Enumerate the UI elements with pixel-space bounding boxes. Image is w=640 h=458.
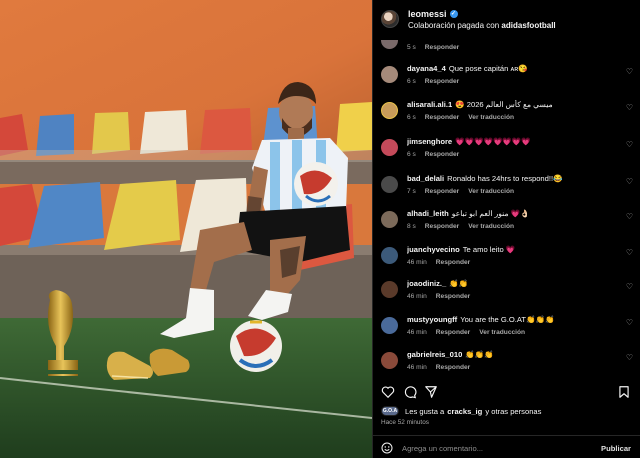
comment-text: Que pose capitán ᴀʀ😘 bbox=[448, 64, 528, 73]
comment-text: 💗💗💗💗💗💗💗💗 bbox=[455, 137, 531, 146]
comment-avatar[interactable] bbox=[381, 281, 398, 298]
liker-username[interactable]: cracks_ig bbox=[447, 407, 482, 416]
heart-icon[interactable]: ♡ bbox=[626, 354, 633, 362]
translate-button[interactable]: Ver traducción bbox=[479, 329, 525, 336]
comment-text: Ronaldo has 24hrs to respond!!😂 bbox=[447, 174, 563, 183]
reply-button[interactable]: Responder bbox=[436, 293, 470, 300]
comment-time: 5 s bbox=[407, 44, 416, 51]
comment-username[interactable]: alhadi_leith bbox=[407, 209, 449, 218]
collab-brand-link[interactable]: adidasfootball bbox=[501, 21, 555, 30]
action-bar bbox=[373, 381, 640, 403]
verified-icon: ✓ bbox=[449, 10, 458, 18]
post-side-panel: leomessi ✓ Colaboración pagada con adida… bbox=[372, 0, 640, 458]
comment-item: juanchyvecino Te amo leito 💗 46 min Respon… bbox=[381, 245, 639, 277]
comment-item: alhadi_leith 👌🏻💗 منور العم ابو تباعو 8 s R… bbox=[381, 209, 639, 241]
comment-avatar[interactable] bbox=[381, 102, 398, 119]
collab-line: Colaboración pagada con adidasfootball bbox=[408, 21, 556, 30]
heart-icon[interactable]: ♡ bbox=[626, 178, 633, 186]
comment-text: 👏👏👏 bbox=[465, 350, 494, 359]
comment-username[interactable]: joaodiniz._ bbox=[407, 279, 446, 288]
comment-avatar[interactable] bbox=[381, 176, 398, 193]
heart-icon[interactable]: ♡ bbox=[626, 319, 633, 327]
comment-time: 46 min bbox=[407, 329, 427, 336]
comment-time: 7 s bbox=[407, 188, 416, 195]
publish-button[interactable]: Publicar bbox=[601, 444, 631, 453]
emoji-icon[interactable] bbox=[381, 442, 393, 454]
reply-button[interactable]: Responder bbox=[436, 259, 470, 266]
add-comment-row: Publicar bbox=[373, 435, 640, 458]
comment-item: bad_delali Ronaldo has 24hrs to respond!!… bbox=[381, 174, 639, 206]
translate-button[interactable]: Ver traducción bbox=[468, 223, 514, 230]
reply-button[interactable]: Responder bbox=[436, 329, 470, 336]
author-avatar[interactable] bbox=[381, 10, 399, 28]
comment-text: 👏👏 bbox=[449, 279, 469, 288]
share-icon[interactable] bbox=[424, 385, 438, 399]
reply-button[interactable]: Responder bbox=[425, 188, 459, 195]
reply-button[interactable]: Responder bbox=[425, 151, 459, 158]
comment-text: You are the G.O.AT👏👏👏 bbox=[460, 315, 555, 324]
comment-avatar[interactable] bbox=[381, 317, 398, 334]
comment-avatar[interactable] bbox=[381, 139, 398, 156]
translate-button[interactable]: Ver traducción bbox=[468, 188, 514, 195]
comment-time: 46 min bbox=[407, 259, 427, 266]
comment-username[interactable]: juanchyvecino bbox=[407, 245, 460, 254]
comment-username[interactable]: bad_delali bbox=[407, 174, 444, 183]
photo-illustration bbox=[0, 0, 372, 458]
heart-icon[interactable]: ♡ bbox=[626, 68, 633, 76]
comment-item: 5 s Responder ♡ bbox=[381, 40, 639, 62]
bookmark-icon[interactable] bbox=[617, 385, 631, 399]
translate-button[interactable]: Ver traducción bbox=[468, 114, 514, 121]
reply-button[interactable]: Responder bbox=[436, 364, 470, 371]
comment-username[interactable]: mustyyoungff bbox=[407, 315, 457, 324]
comment-item: mustyyoungff You are the G.O.AT👏👏👏 46 min… bbox=[381, 315, 639, 347]
comment-username[interactable]: jimsenghore bbox=[407, 137, 452, 146]
comment-avatar[interactable] bbox=[381, 66, 398, 83]
comment-time: 8 s bbox=[407, 223, 416, 230]
comment-username[interactable]: dayana4_4 bbox=[407, 64, 446, 73]
comment-avatar[interactable] bbox=[381, 352, 398, 369]
comment-text: 👌🏻💗 منور العم ابو تباعو bbox=[451, 209, 530, 218]
heart-icon[interactable]: ♡ bbox=[626, 249, 633, 257]
reply-button[interactable]: Responder bbox=[425, 78, 459, 85]
comment-item: dayana4_4 Que pose capitán ᴀʀ😘 6 s Respond… bbox=[381, 64, 639, 96]
comment-input[interactable] bbox=[402, 442, 587, 454]
comment-avatar[interactable] bbox=[381, 40, 398, 49]
heart-icon[interactable]: ♡ bbox=[626, 283, 633, 291]
likes-others-link[interactable]: y otras personas bbox=[485, 407, 541, 416]
comment-time: 46 min bbox=[407, 364, 427, 371]
comment-avatar[interactable] bbox=[381, 247, 398, 264]
comment-item: gabrielreis_010 👏👏👏 46 min Responder ♡ bbox=[381, 350, 639, 375]
comment-avatar[interactable] bbox=[381, 211, 398, 228]
author-username[interactable]: leomessi bbox=[408, 8, 447, 20]
reply-button[interactable]: Responder bbox=[425, 114, 459, 121]
comment-time: 6 s bbox=[407, 78, 416, 85]
heart-icon[interactable]: ♡ bbox=[626, 141, 633, 149]
reply-button[interactable]: Responder bbox=[425, 223, 459, 230]
comment-item: joaodiniz._ 👏👏 46 min Responder ♡ bbox=[381, 279, 639, 311]
reply-button[interactable]: Responder bbox=[425, 44, 459, 51]
comments-list[interactable]: 5 s Responder ♡ dayana4_4Que pose capitán… bbox=[373, 40, 640, 375]
comment-username[interactable]: alisarali.ali.1 bbox=[407, 100, 452, 109]
heart-icon[interactable] bbox=[381, 385, 395, 399]
comment-item: jimsenghore 💗💗💗💗💗💗💗💗 6 s Responder ♡ bbox=[381, 137, 639, 169]
comment-icon[interactable] bbox=[403, 385, 417, 399]
comment-text: Te amo leito 💗 bbox=[462, 245, 516, 254]
post-time: Hace 52 minutos bbox=[381, 419, 429, 426]
heart-icon[interactable]: ♡ bbox=[626, 40, 633, 42]
comment-time: 6 s bbox=[407, 114, 416, 121]
post-photo bbox=[0, 0, 372, 458]
comment-time: 46 min bbox=[407, 293, 427, 300]
liker-avatar[interactable]: G.O.A bbox=[381, 406, 399, 416]
comment-text: ميسي مع كأس العالم 2026 😍 bbox=[455, 100, 553, 109]
post-header: leomessi ✓ Colaboración pagada con adida… bbox=[373, 0, 640, 40]
comment-item: alisarali.ali.1 ميسي مع كأس العالم 2026 😍… bbox=[381, 100, 639, 132]
heart-icon[interactable]: ♡ bbox=[626, 104, 633, 112]
comment-username[interactable]: gabrielreis_010 bbox=[407, 350, 462, 359]
likes-summary: G.O.A Les gusta a cracks_ig y otras pers… bbox=[381, 406, 542, 416]
comment-time: 6 s bbox=[407, 151, 416, 158]
heart-icon[interactable]: ♡ bbox=[626, 213, 633, 221]
